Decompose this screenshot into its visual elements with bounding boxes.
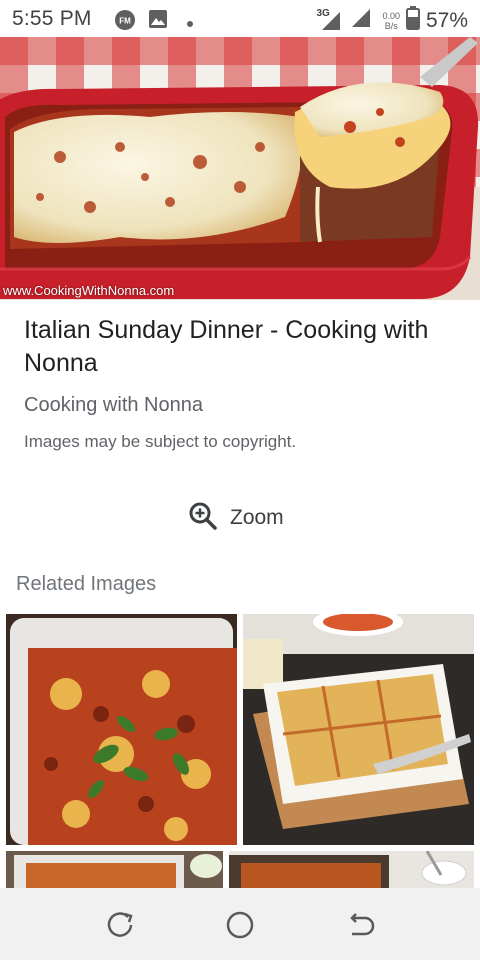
recent-apps-icon[interactable] [103,908,137,942]
network-type-label: 3G [316,7,330,19]
back-icon[interactable] [343,908,377,942]
related-image-3[interactable] [6,851,223,888]
hero-image[interactable]: www.CookingWithNonna.com [0,37,480,300]
notification-dot-icon [186,15,194,33]
speed-value: 0.00 [382,10,400,21]
navigation-bar [0,888,480,960]
copyright-note: Images may be subject to copyright. [24,432,297,451]
related-image-2[interactable] [243,614,474,845]
gallery-icon [148,9,168,34]
signal-icon [350,7,372,34]
battery-icon [405,6,420,35]
zoom-button[interactable]: Zoom [188,500,284,536]
speed-unit: B/s [384,20,398,31]
home-icon[interactable] [223,908,257,942]
battery-percent: 57% [425,8,468,32]
status-time: 5:55 PM [12,7,92,30]
image-source[interactable]: Cooking with Nonna [24,394,203,417]
hero-watermark: www.CookingWithNonna.com [3,283,175,298]
svg-text:FM: FM [119,17,131,26]
image-title[interactable]: Italian Sunday Dinner - Cooking with Non… [24,314,444,380]
fm-radio-icon: FM [114,9,136,36]
zoom-in-icon [188,501,218,536]
network-speed: 0.00 B/s [382,11,400,31]
zoom-label: Zoom [230,506,284,529]
related-images-heading: Related Images [16,573,157,595]
related-image-1[interactable] [6,614,237,845]
status-bar: 5:55 PM FM 3G 0.00 B/s 57% [0,0,480,37]
signal-3g-icon: 3G [316,7,344,32]
related-image-4[interactable] [229,851,474,888]
